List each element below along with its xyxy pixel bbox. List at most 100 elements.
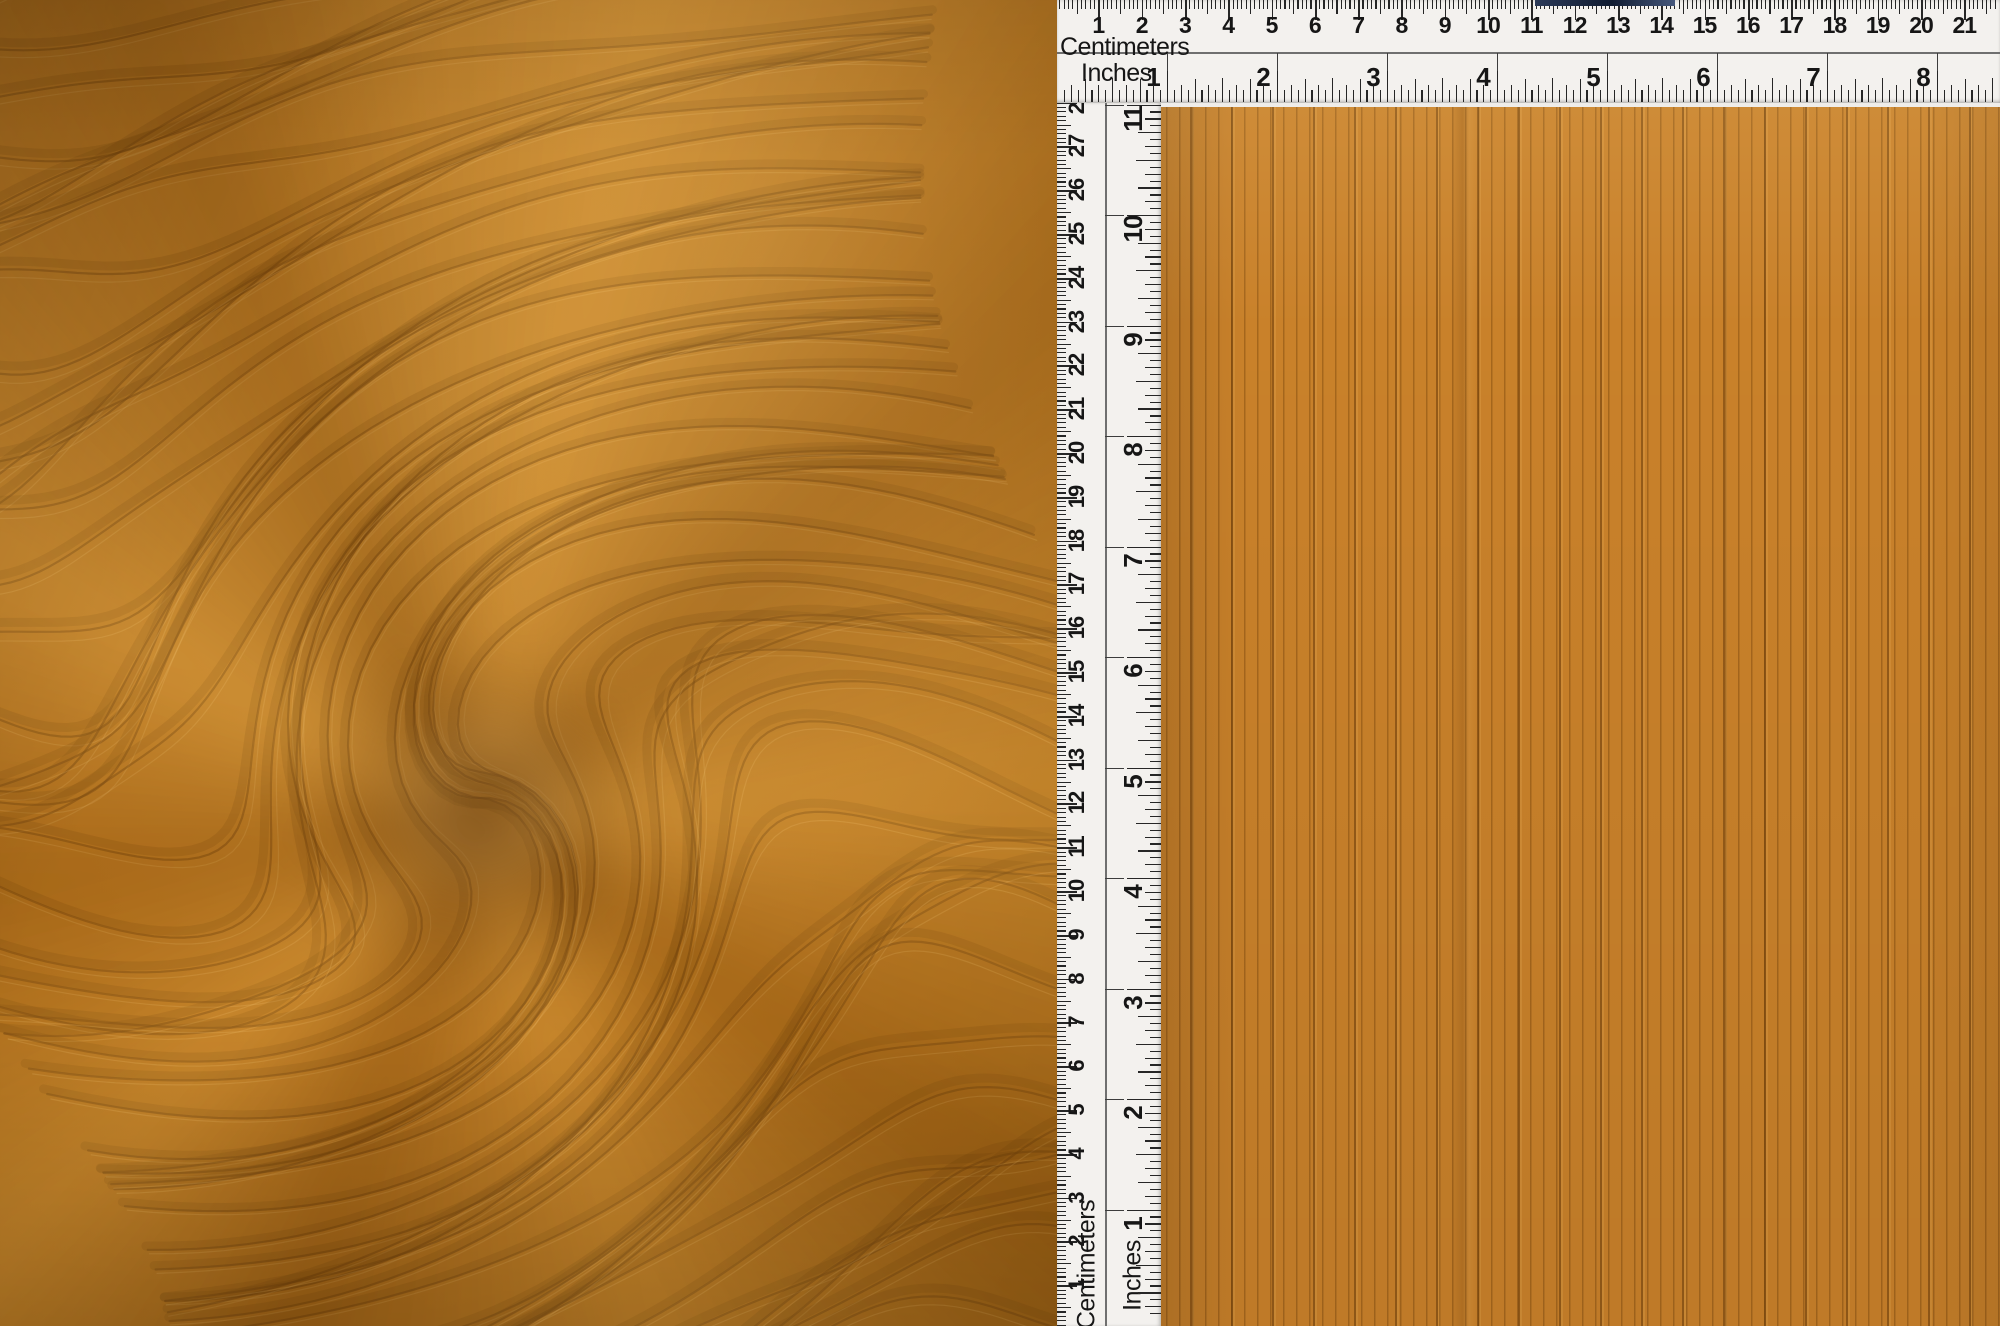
inch-fraction-tick [1118,90,1121,102]
cm-tick [1830,0,1832,9]
cm-number: 20 [1909,12,1934,38]
inch-fraction-tick [1662,78,1664,102]
inch-fraction-tick [1150,525,1161,527]
cm-tick [1500,0,1503,9]
cm-number: 8 [1395,12,1408,38]
inch-fraction-tick [1145,145,1161,148]
inch-fraction-tick [1187,90,1189,102]
inch-fraction-tick [1150,719,1161,721]
inch-fraction-tick [1916,90,1918,102]
inch-fraction-tick [1572,90,1574,102]
cm-tick [1349,0,1351,9]
cm-tick [1057,965,1066,967]
cm-tick [1057,1307,1071,1309]
inch-fraction-tick [1256,90,1258,102]
cm-tick [1057,523,1066,525]
cm-tick [1057,1258,1066,1260]
inch-fraction-tick [1813,85,1815,102]
inch-fraction-tick [1145,587,1161,590]
inch-fraction-tick [1620,85,1622,102]
cm-tick [1496,0,1498,9]
inch-fraction-tick [1373,85,1375,102]
cm-tick [1057,177,1066,179]
cm-tick [1057,785,1066,787]
cm-tick [1414,0,1416,9]
cm-number: 18 [1822,12,1848,38]
cm-tick [1057,1162,1066,1164]
cm-tick [1786,0,1788,9]
inch-fraction-tick [1150,608,1161,610]
cm-tick [1726,0,1728,14]
cm-tick [1057,1215,1066,1217]
inch-fraction-tick [1091,90,1093,102]
cm-number: 19 [1064,485,1089,509]
cm-tick [1206,0,1208,14]
cm-number: 13 [1064,748,1089,771]
cm-tick [1057,693,1071,695]
inch-fraction-tick [1145,532,1161,534]
cm-tick [1057,1145,1066,1147]
inch-fraction-tick [1136,822,1161,824]
inch-fraction-tick [1723,90,1726,102]
inch-fraction-tick [1208,85,1210,102]
inch-fraction-tick [1242,90,1244,102]
inch-fraction-tick [1150,1230,1161,1232]
cm-number: 24 [1064,266,1089,290]
cm-tick [1449,0,1451,9]
inch-fraction-tick [1861,90,1863,102]
inch-fraction-tick [1138,905,1161,907]
cm-tick [1925,0,1927,9]
cm-tick [1782,0,1784,9]
cm-tick [1297,0,1299,9]
cm-tick [1765,0,1767,9]
cm-tick [1150,0,1152,9]
inch-fraction-tick [1538,85,1540,102]
inch-fraction-tick [1421,90,1423,102]
inch-fraction-tick [1138,353,1161,355]
cm-tick [1057,1320,1066,1322]
cm-tick [1057,1118,1066,1120]
inch-fraction-tick [1228,90,1231,102]
cm-tick [1254,0,1256,9]
cm-tick [1938,0,1940,9]
cm-number: 15 [1064,660,1089,684]
cm-tick [1057,1302,1066,1304]
cm-tick [1057,601,1066,603]
fabric-vignette [0,0,1057,1326]
cm-tick [1158,0,1160,9]
cm-number: 17 [1064,573,1089,596]
cm-tick [1275,0,1277,9]
cm-number: 7 [1352,12,1365,38]
inch-fraction-tick [1150,843,1161,845]
inch-fraction-tick [1145,1306,1161,1308]
inch-fraction-tick [1235,85,1237,102]
inch-fraction-tick [1127,215,1161,217]
cm-tick [1513,0,1516,9]
cm-number: 1 [1064,1279,1089,1291]
inch-fraction-tick [1552,78,1554,102]
cm-tick [1057,159,1066,161]
inch-fraction-tick [1407,90,1409,102]
inch-fraction-tick [1138,629,1161,631]
inch-fraction-tick [1145,284,1161,286]
cm-tick [1057,658,1066,660]
cm-tick [1423,0,1425,14]
cm-tick [1057,216,1066,218]
inch-fraction-tick [1138,795,1161,797]
cm-tick [1908,0,1910,9]
inch-fraction-tick [1428,85,1430,102]
inch-fraction-tick [1150,1092,1161,1094]
inch-fraction-tick [1112,78,1114,102]
cm-tick [1405,0,1407,9]
inch-fraction-tick [1675,85,1677,102]
inch-fraction-tick [1150,1161,1161,1163]
cm-number: 13 [1606,12,1631,38]
cm-tick [1721,0,1723,9]
inch-fraction-tick [1136,380,1161,382]
cm-tick [1057,1210,1066,1212]
inch-fraction-tick [1138,960,1161,963]
inch-fraction-tick [1145,1223,1161,1225]
inch-fraction-tick [1138,297,1161,300]
inch-fraction-tick [1150,677,1161,679]
inch-fraction-tick [1366,90,1368,102]
